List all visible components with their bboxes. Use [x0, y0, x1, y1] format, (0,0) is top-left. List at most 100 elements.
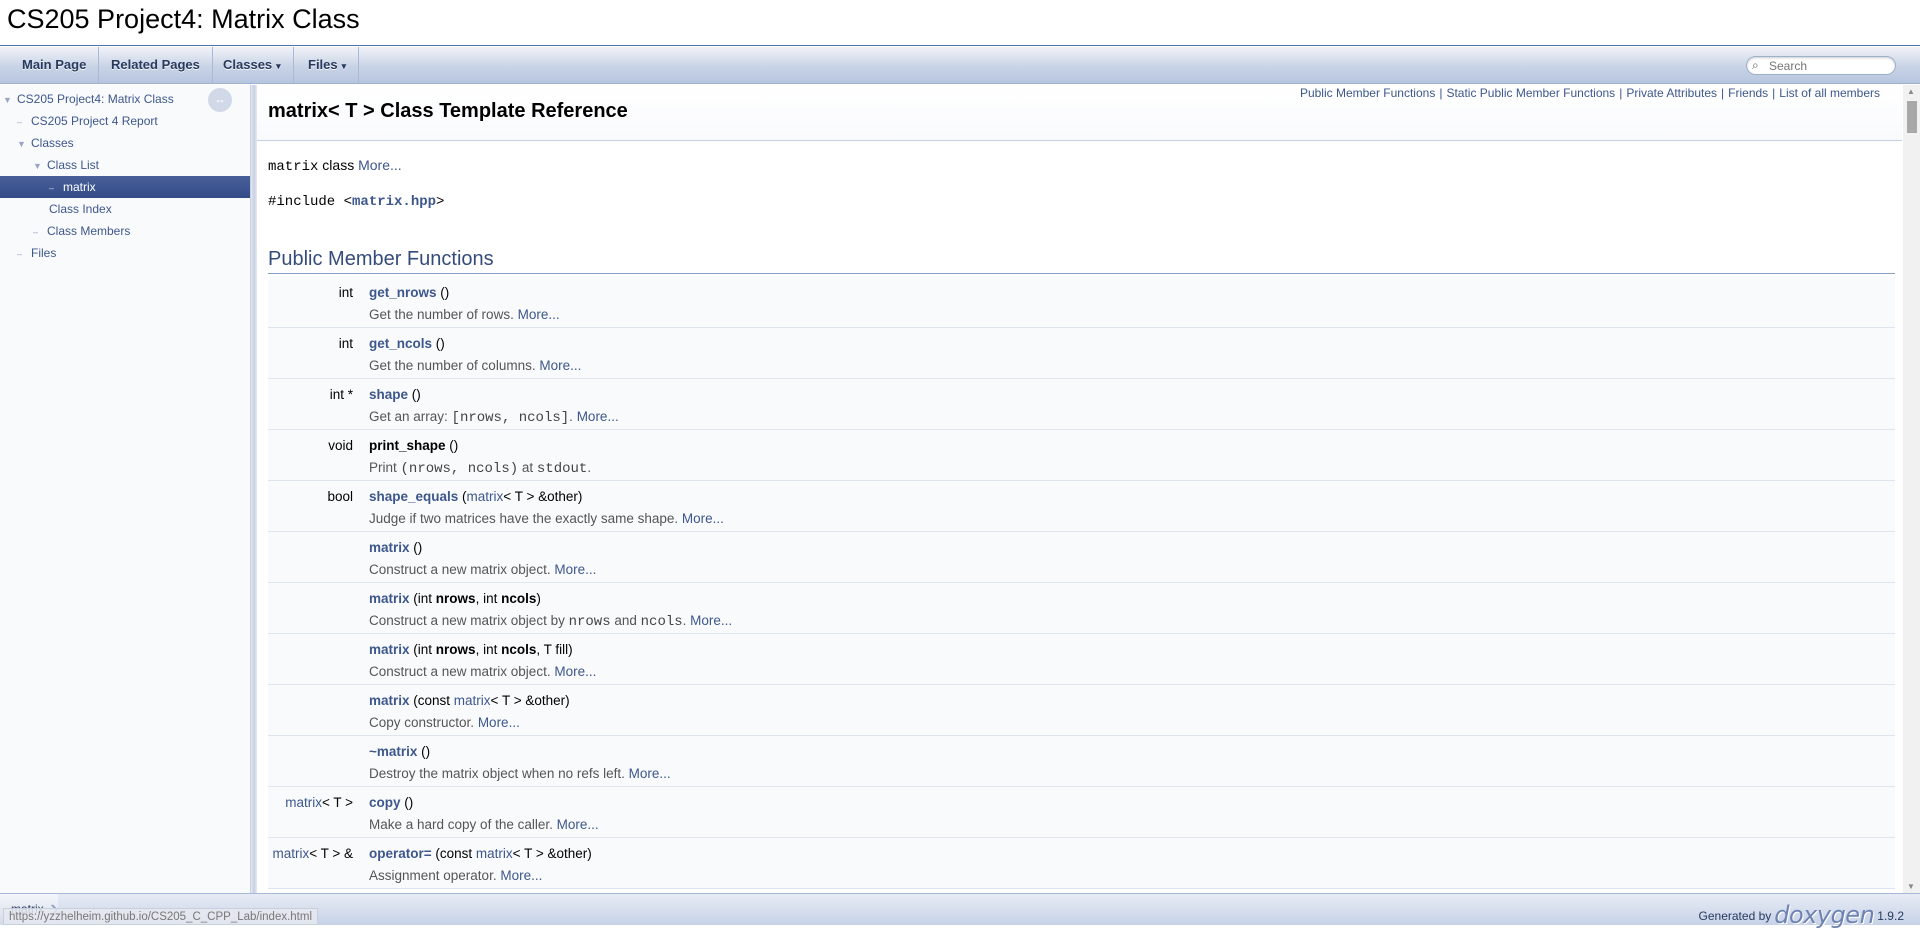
more-link[interactable]: More... [539, 358, 581, 373]
leaf-icon: – [17, 117, 23, 127]
tree-item-class-list[interactable]: ▼ Class List [0, 154, 250, 176]
more-link[interactable]: More... [690, 613, 732, 628]
member-row: matrix (int nrows, int ncols) Construct … [268, 583, 1895, 634]
member-row: matrix< T > & operator= (const matrix< T… [268, 838, 1895, 889]
member-name-link[interactable]: shape [369, 387, 408, 402]
member-args: () [400, 795, 414, 810]
member-args: < T > &other) [490, 693, 570, 708]
link-friends[interactable]: Friends [1728, 86, 1768, 100]
param-name: ncols [501, 591, 537, 606]
more-link[interactable]: More... [577, 409, 619, 424]
desc-text: Get the number of rows. [369, 307, 518, 322]
more-link[interactable]: More... [478, 715, 520, 730]
member-signature: shape () [369, 387, 421, 402]
member-args: ( [458, 489, 467, 504]
expand-arrow-icon[interactable]: ▼ [3, 89, 17, 111]
param-name: nrows [435, 591, 476, 606]
type-link[interactable]: matrix [454, 693, 491, 708]
member-name: print_shape [369, 438, 446, 453]
generated-by-label: Generated by [1698, 909, 1772, 923]
link-public-member-functions[interactable]: Public Member Functions [1300, 86, 1435, 100]
member-args: < T > &other) [503, 489, 583, 504]
member-name-link[interactable]: matrix [369, 540, 410, 555]
tree-item-class-index[interactable]: Class Index [0, 198, 250, 220]
scroll-thumb[interactable] [1907, 101, 1917, 133]
status-url: https://yzzhelheim.github.io/CS205_C_CPP… [3, 908, 319, 925]
leaf-icon: – [33, 227, 39, 237]
member-signature: print_shape () [369, 438, 458, 453]
member-description: Judge if two matrices have the exactly s… [369, 511, 724, 526]
more-link[interactable]: More... [557, 817, 599, 832]
member-name-link[interactable]: copy [369, 795, 401, 810]
member-name-link[interactable]: get_ncols [369, 336, 432, 351]
expand-arrow-icon[interactable]: ▼ [17, 133, 31, 155]
tree-item-classes[interactable]: ▼ Classes [0, 132, 250, 154]
more-link[interactable]: More... [682, 511, 724, 526]
link-private-attributes[interactable]: Private Attributes [1626, 86, 1717, 100]
type-link[interactable]: matrix [272, 846, 309, 861]
tree-item-files[interactable]: – Files [0, 242, 250, 264]
desc-text: at [518, 460, 537, 475]
type-text: < T > [321, 795, 353, 810]
type-link[interactable]: matrix [476, 846, 513, 861]
expand-arrow-icon[interactable]: ▼ [33, 155, 47, 177]
param-name: nrows [435, 642, 476, 657]
nav-files[interactable]: Files ▾ [296, 47, 360, 83]
member-name-link[interactable]: matrix [369, 642, 410, 657]
search-input[interactable] [1769, 59, 1884, 73]
member-name-link[interactable]: matrix [369, 591, 410, 606]
member-description: Get the number of rows. More... [369, 307, 560, 322]
caret-down-icon: ▾ [341, 61, 347, 71]
more-link[interactable]: More... [358, 157, 402, 173]
search-box: ⌕ [1746, 56, 1896, 75]
member-name-link[interactable]: ~matrix [369, 744, 417, 759]
member-type: int [338, 336, 353, 351]
member-name-link[interactable]: shape_equals [369, 489, 458, 504]
more-link[interactable]: More... [554, 664, 596, 679]
scroll-up-icon[interactable]: ▲ [1907, 87, 1915, 96]
link-static-public-member-functions[interactable]: Static Public Member Functions [1446, 86, 1615, 100]
member-table: int get_nrows () Get the number of rows.… [268, 277, 1895, 889]
desc-text: . [569, 409, 577, 424]
member-signature: matrix (int nrows, int ncols, T fill) [369, 642, 573, 657]
nav-classes[interactable]: Classes ▾ [211, 47, 294, 83]
section-title: Public Member Functions [268, 248, 1895, 274]
nav-related-pages[interactable]: Related Pages [99, 47, 213, 83]
member-args: < T > &other) [512, 846, 592, 861]
member-type: bool [327, 489, 353, 504]
page-header: Public Member Functions | Static Public Me… [257, 85, 1902, 141]
type-link[interactable]: matrix [285, 795, 322, 810]
type-link[interactable]: matrix [467, 489, 504, 504]
desc-code: (nrows, ncols) [400, 461, 519, 477]
member-row: int * shape () Get an array: [nrows, nco… [268, 379, 1895, 430]
member-type: int * [329, 387, 353, 402]
nav-main-page[interactable]: Main Page [10, 47, 100, 83]
member-row: matrix (int nrows, int ncols, T fill) Co… [268, 634, 1895, 685]
sync-toggle-icon[interactable]: ⇔ [208, 88, 232, 112]
doxygen-version: 1.9.2 [1877, 909, 1904, 923]
tree-item-report[interactable]: – CS205 Project 4 Report [0, 110, 250, 132]
more-link[interactable]: More... [629, 766, 671, 781]
member-type: int [338, 285, 353, 300]
desc-text: Judge if two matrices have the exactly s… [369, 511, 682, 526]
include-file-link[interactable]: matrix.hpp [352, 194, 436, 210]
desc-text: and [610, 613, 641, 628]
member-args: () [417, 744, 431, 759]
search-icon[interactable]: ⌕ [1752, 58, 1759, 73]
member-name-link[interactable]: operator= [369, 846, 432, 861]
more-link[interactable]: More... [500, 868, 542, 883]
more-link[interactable]: More... [518, 307, 560, 322]
vertical-scrollbar[interactable]: ▲ ▼ [1903, 85, 1920, 893]
more-link[interactable]: More... [554, 562, 596, 577]
member-description: Construct a new matrix object. More... [369, 664, 596, 679]
member-name-link[interactable]: matrix [369, 693, 410, 708]
member-row: int get_ncols () Get the number of colum… [268, 328, 1895, 379]
member-type: matrix< T > [285, 795, 353, 810]
scroll-down-icon[interactable]: ▼ [1907, 882, 1915, 891]
tree-item-matrix[interactable]: – matrix [0, 176, 250, 198]
member-name-link[interactable]: get_nrows [369, 285, 437, 300]
tree-label: CS205 Project 4 Report [31, 114, 158, 128]
tree-item-class-members[interactable]: – Class Members [0, 220, 250, 242]
link-list-of-all-members[interactable]: List of all members [1779, 86, 1880, 100]
desc-text: Construct a new matrix object by [369, 613, 569, 628]
